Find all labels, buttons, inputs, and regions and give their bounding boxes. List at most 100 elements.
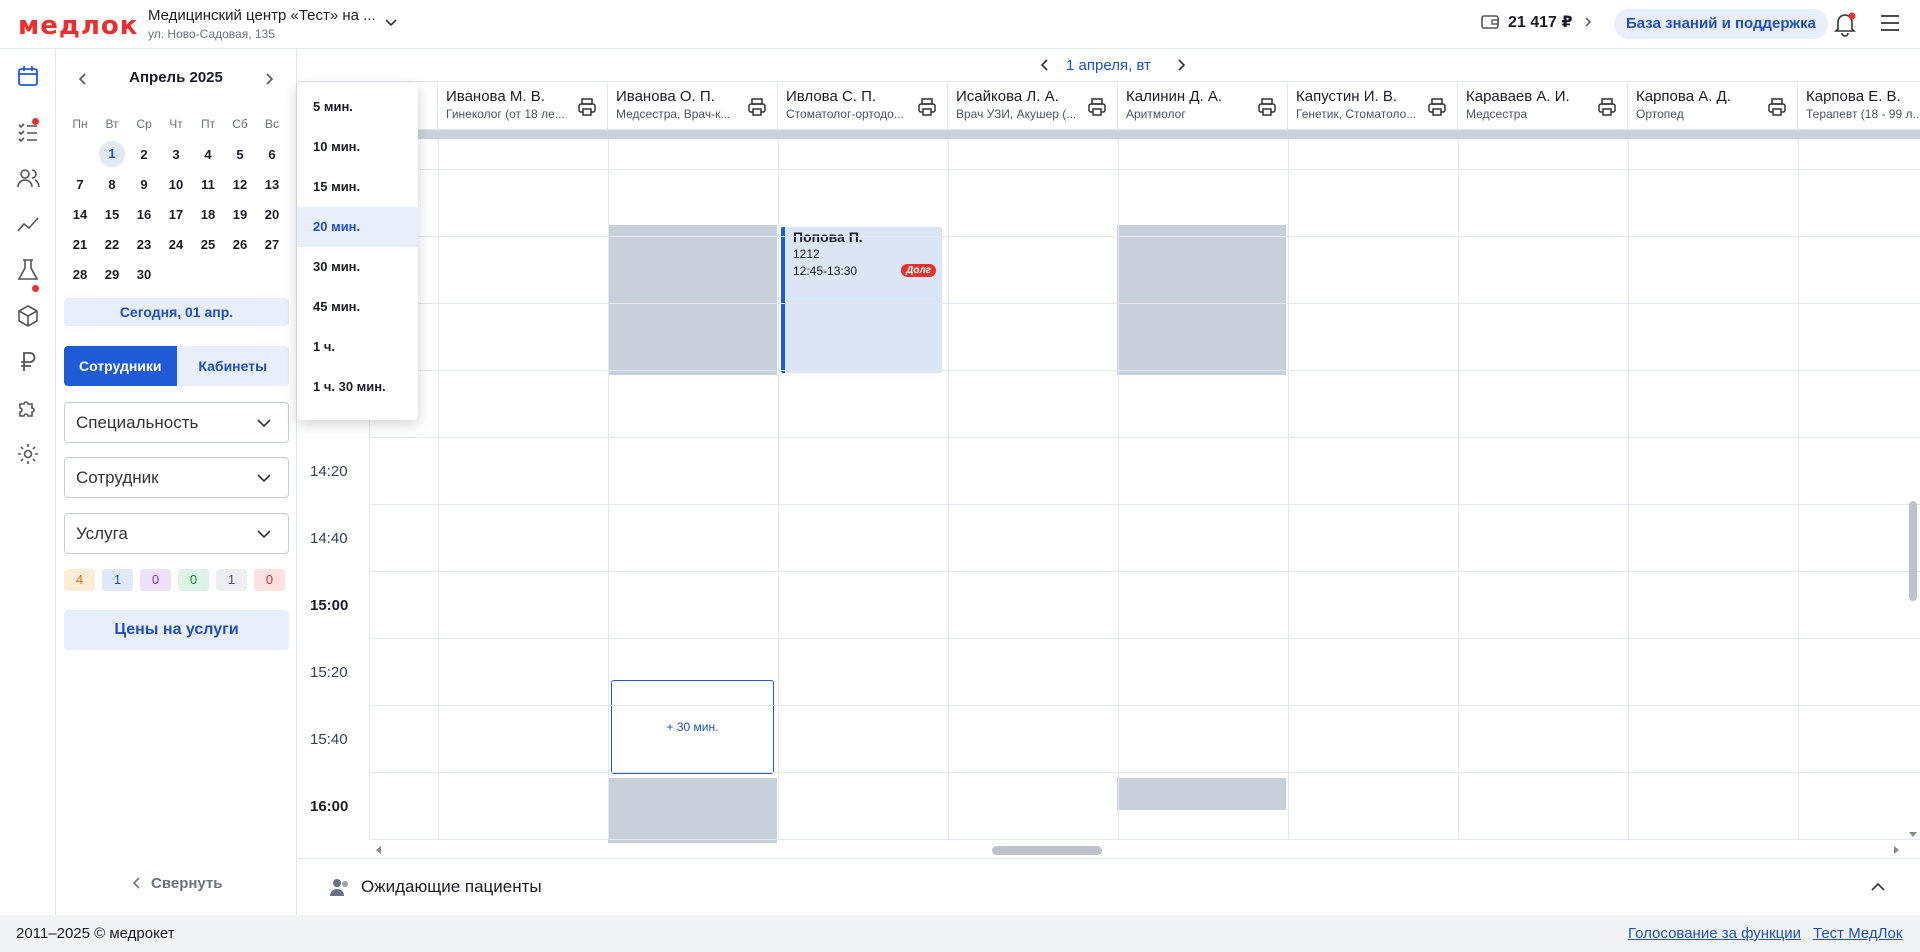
doctor-column-header[interactable]: Иванова М. В. Гинеколог (от 18 ле... bbox=[438, 82, 608, 130]
doctor-column-header[interactable]: Иванова О. П. Медсестра, Врач-к... bbox=[608, 82, 778, 130]
calendar-day[interactable]: 4 bbox=[192, 147, 224, 162]
calendar-day[interactable]: 27 bbox=[256, 237, 288, 252]
scroll-down-icon[interactable] bbox=[1909, 830, 1917, 838]
print-icon[interactable] bbox=[1257, 97, 1277, 117]
prev-day-icon[interactable] bbox=[1038, 58, 1052, 72]
calendar-day[interactable]: 26 bbox=[224, 237, 256, 252]
current-date[interactable]: 1 апреля, вт bbox=[1066, 57, 1151, 74]
doctor-column-header[interactable]: Ивлова С. П. Стоматолог-ортодо... bbox=[778, 82, 948, 130]
extend-slot-button[interactable]: + 30 мин. bbox=[611, 680, 774, 774]
calendar-day[interactable]: 7 bbox=[64, 177, 96, 192]
balance[interactable]: 21 417 ₽ bbox=[1480, 12, 1595, 32]
calendar-day[interactable]: 18 bbox=[192, 207, 224, 222]
interval-option[interactable]: 10 мин. bbox=[297, 127, 418, 167]
vertical-scroll-thumb[interactable] bbox=[1909, 501, 1917, 601]
calendar-day[interactable]: 8 bbox=[96, 177, 128, 192]
horizontal-scroll-thumb[interactable] bbox=[992, 846, 1102, 855]
print-icon[interactable] bbox=[747, 97, 767, 117]
calendar-day[interactable]: 24 bbox=[160, 237, 192, 252]
prices-button[interactable]: Цены на услуги bbox=[64, 610, 289, 650]
scroll-right-icon[interactable] bbox=[1892, 846, 1900, 854]
doctor-column-header[interactable]: Караваев А. И. Медсестра bbox=[1458, 82, 1628, 130]
print-icon[interactable] bbox=[1427, 97, 1447, 117]
print-icon[interactable] bbox=[1087, 97, 1107, 117]
calendar-day[interactable]: 29 bbox=[96, 267, 128, 282]
chevron-up-icon[interactable] bbox=[1870, 881, 1886, 893]
waiting-patients-bar[interactable]: Ожидающие пациенты bbox=[297, 858, 1920, 915]
calendar-day[interactable]: 25 bbox=[192, 237, 224, 252]
horizontal-scrollbar[interactable] bbox=[297, 843, 1920, 858]
interval-option[interactable]: 45 мин. bbox=[297, 287, 418, 327]
calendar-day[interactable]: 13 bbox=[256, 177, 288, 192]
puzzle-icon[interactable] bbox=[15, 395, 41, 421]
calendar-day[interactable]: 12 bbox=[224, 177, 256, 192]
analytics-icon[interactable] bbox=[15, 211, 41, 237]
interval-option[interactable]: 1 ч. bbox=[297, 327, 418, 367]
calendar-day[interactable]: 2 bbox=[128, 147, 160, 162]
ruble-icon[interactable] bbox=[15, 349, 41, 375]
calendar-day[interactable]: 15 bbox=[96, 207, 128, 222]
calendar-day[interactable]: 28 bbox=[64, 267, 96, 282]
interval-option[interactable]: 20 мин. bbox=[297, 207, 418, 247]
next-month-icon[interactable] bbox=[262, 72, 276, 86]
service-select[interactable]: Услуга bbox=[64, 513, 289, 554]
calendar-day[interactable]: 19 bbox=[224, 207, 256, 222]
doctor-column-header[interactable]: Калинин Д. А. Аритмолог bbox=[1118, 82, 1288, 130]
status-count-badge[interactable]: 1 bbox=[216, 569, 247, 591]
doctor-column-header[interactable]: Исайкова Л. А. Врач УЗИ, Акушер (... bbox=[948, 82, 1118, 130]
employee-select[interactable]: Сотрудник bbox=[64, 457, 289, 498]
box-icon[interactable] bbox=[15, 303, 41, 329]
tab-staff[interactable]: Сотрудники bbox=[64, 346, 177, 386]
interval-option[interactable]: 1 ч. 30 мин. bbox=[297, 367, 418, 407]
calendar-day[interactable]: 21 bbox=[64, 237, 96, 252]
calendar-day[interactable]: 23 bbox=[128, 237, 160, 252]
calendar-icon[interactable] bbox=[15, 63, 41, 89]
calendar-day[interactable]: 9 bbox=[128, 177, 160, 192]
calendar-day[interactable]: 22 bbox=[96, 237, 128, 252]
calendar-day[interactable]: 11 bbox=[192, 177, 224, 192]
today-button[interactable]: Сегодня, 01 апр. bbox=[64, 298, 289, 326]
calendar-day[interactable]: 17 bbox=[160, 207, 192, 222]
clinic-selector[interactable]: Медицинский центр «Тест» на ... ул. Ново… bbox=[148, 7, 376, 41]
settings-gear-icon[interactable] bbox=[15, 441, 41, 467]
specialty-select[interactable]: Специальность bbox=[64, 402, 289, 443]
calendar-day[interactable]: 16 bbox=[128, 207, 160, 222]
appointment-card[interactable]: Попова П. 1212 12:45-13:30 Долг bbox=[781, 227, 942, 373]
logo[interactable]: медлок bbox=[18, 11, 138, 41]
print-icon[interactable] bbox=[577, 97, 597, 117]
notification-bell-icon[interactable] bbox=[1832, 11, 1858, 37]
lab-flask-icon[interactable] bbox=[15, 257, 41, 283]
menu-icon[interactable] bbox=[1880, 14, 1900, 32]
status-count-badge[interactable]: 0 bbox=[140, 569, 171, 591]
calendar-day[interactable]: 6 bbox=[256, 147, 288, 162]
collapse-button[interactable]: Свернуть bbox=[131, 875, 223, 892]
status-count-badge[interactable]: 0 bbox=[178, 569, 209, 591]
chevron-down-icon[interactable] bbox=[383, 14, 399, 30]
interval-option[interactable]: 15 мин. bbox=[297, 167, 418, 207]
vertical-scrollbar[interactable] bbox=[1906, 130, 1920, 843]
calendar-day[interactable]: 5 bbox=[224, 147, 256, 162]
knowledge-base-button[interactable]: База знаний и поддержка bbox=[1614, 9, 1828, 39]
feature-vote-link[interactable]: Голосование за функции bbox=[1628, 925, 1801, 942]
print-icon[interactable] bbox=[917, 97, 937, 117]
test-medlok-link[interactable]: Тест МедЛок bbox=[1813, 925, 1902, 942]
status-count-badge[interactable]: 1 bbox=[102, 569, 133, 591]
interval-option[interactable]: 30 мин. bbox=[297, 247, 418, 287]
calendar-day[interactable]: 14 bbox=[64, 207, 96, 222]
doctor-column-header[interactable]: Капустин И. В. Генетик, Стоматоло... bbox=[1288, 82, 1458, 130]
calendar-day-selected[interactable]: 1 bbox=[99, 141, 125, 167]
tab-rooms[interactable]: Кабинеты bbox=[176, 346, 289, 386]
print-icon[interactable] bbox=[1597, 97, 1617, 117]
patients-icon[interactable] bbox=[15, 165, 41, 191]
scroll-left-icon[interactable] bbox=[375, 846, 383, 854]
doctor-column-header[interactable]: Карпова Е. В. Терапевт (18 - 99 л... bbox=[1798, 82, 1920, 130]
interval-option[interactable]: 5 мин. bbox=[297, 87, 418, 127]
calendar-day[interactable]: 20 bbox=[256, 207, 288, 222]
status-count-badge[interactable]: 4 bbox=[64, 569, 95, 591]
status-count-badge[interactable]: 0 bbox=[254, 569, 285, 591]
calendar-day[interactable]: 3 bbox=[160, 147, 192, 162]
doctor-column-header[interactable]: Карпова А. Д. Ортопед bbox=[1628, 82, 1798, 130]
print-icon[interactable] bbox=[1767, 97, 1787, 117]
calendar-day[interactable]: 1 bbox=[96, 141, 128, 167]
next-day-icon[interactable] bbox=[1174, 58, 1188, 72]
